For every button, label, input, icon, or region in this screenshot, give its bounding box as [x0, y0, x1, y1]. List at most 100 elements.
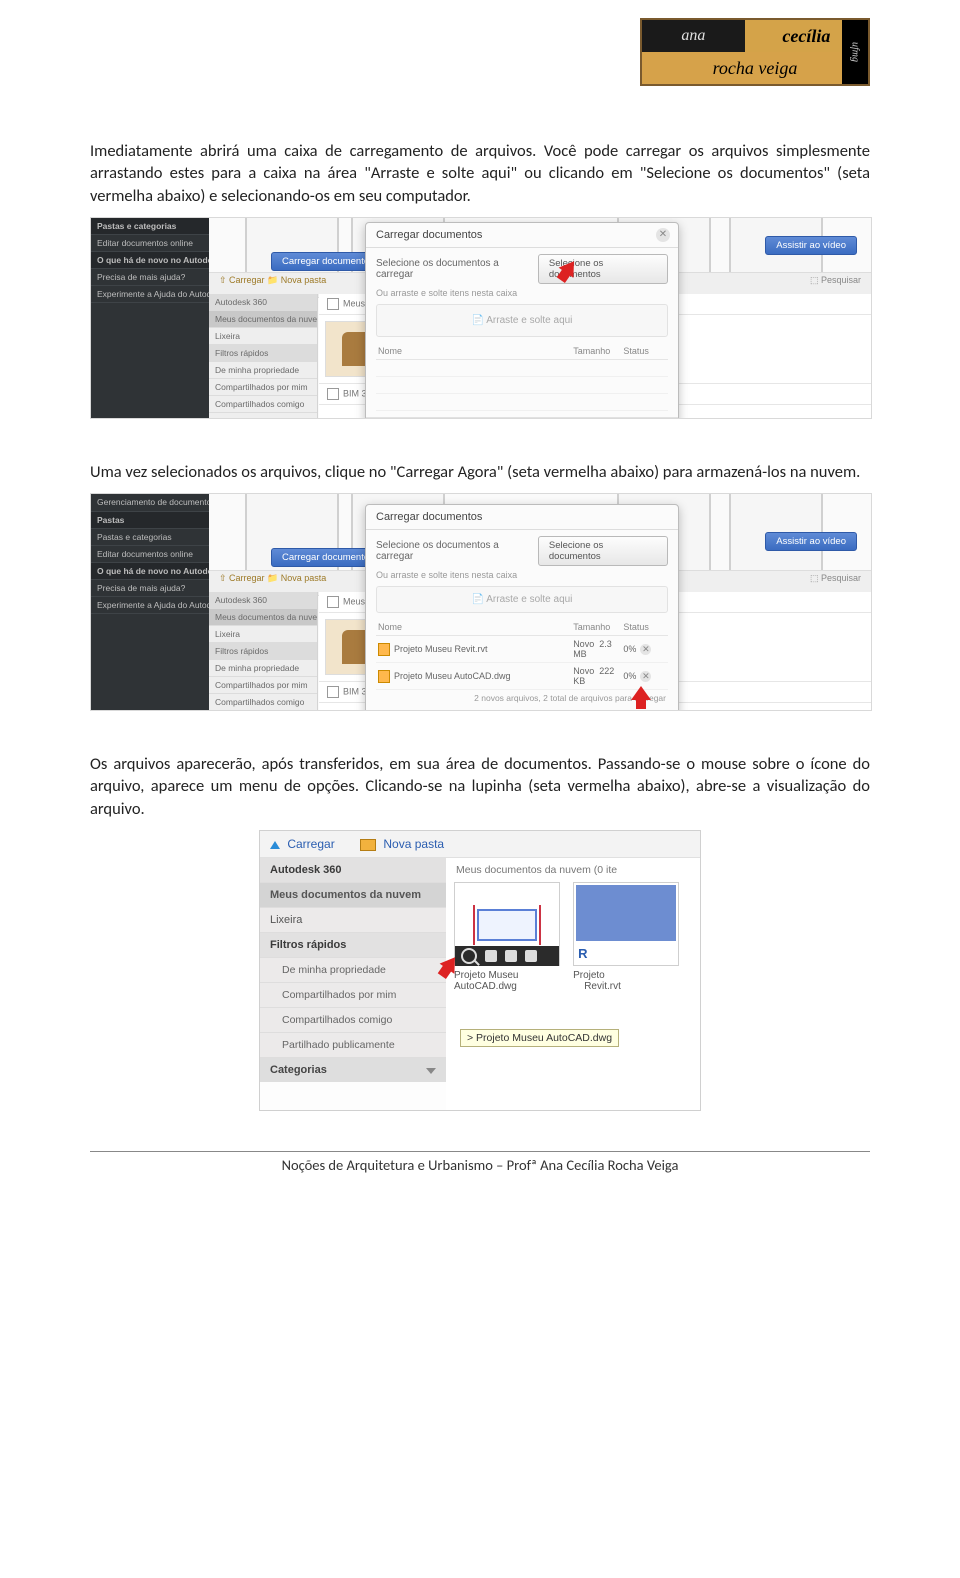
ds-item[interactable]: Pastas e categorias	[91, 529, 209, 546]
toolbar-icon[interactable]	[485, 950, 497, 962]
red-arrow-annotation	[631, 686, 651, 700]
g-item[interactable]: Autodesk 360	[209, 592, 317, 609]
dark-sidebar: Pastas e categorias Editar documentos on…	[91, 218, 209, 418]
sidebar-item-lixeira[interactable]: Lixeira	[260, 908, 446, 933]
sidebar-item-meus-docs[interactable]: Meus documentos da nuvem	[260, 883, 446, 908]
g-item[interactable]: Partilhado publicamente	[209, 413, 317, 419]
grey-sidebar: Autodesk 360 Meus documentos da nuvem Li…	[209, 294, 318, 418]
paragraph-1: Imediatamente abrirá uma caixa de carreg…	[90, 140, 870, 207]
watch-video-button[interactable]: Assistir ao vídeo	[765, 532, 857, 551]
g-item[interactable]: Meus documentos da nuvem	[209, 609, 317, 626]
toolbar-icon[interactable]	[505, 950, 517, 962]
upload-dialog: Carregar documentos ✕ Selecione os docum…	[365, 222, 679, 419]
sidebar-item-comp-por[interactable]: Compartilhados por mim	[260, 983, 446, 1008]
file-name: Projeto Museu AutoCAD.dwg	[454, 970, 518, 992]
file-icon	[378, 643, 390, 656]
sidebar: Autodesk 360 Meus documentos da nuvem Li…	[260, 858, 447, 1082]
g-item[interactable]: Lixeira	[209, 626, 317, 643]
main-header: Meus documentos da nuvem (0 ite	[456, 864, 617, 876]
remove-icon[interactable]: ✕	[640, 644, 651, 655]
g-item[interactable]: Compartilhados por mim	[209, 677, 317, 694]
table-header: Nome Tamanho Status	[376, 619, 668, 636]
toolbar-search[interactable]: ⬚ Pesquisar	[810, 275, 861, 286]
sidebar-item-filtros: Filtros rápidos	[260, 933, 446, 958]
ds-item[interactable]: Editar documentos online	[91, 235, 209, 252]
paragraph-3: Os arquivos aparecerão, após transferido…	[90, 753, 870, 820]
remove-icon[interactable]: ✕	[640, 671, 651, 682]
screenshot-upload-dialog-empty: Pastas e categorias Editar documentos on…	[90, 217, 872, 419]
upload-arrow-icon	[270, 841, 280, 849]
ds-item[interactable]: Pastas e categorias	[91, 218, 209, 235]
toolbar-left[interactable]: ⇧ Carregar 📁 Nova pasta	[219, 573, 326, 583]
checkbox[interactable]	[327, 686, 339, 698]
g-item[interactable]: De minha propriedade	[209, 660, 317, 677]
g-item: Filtros rápidos	[209, 345, 317, 362]
ds-item[interactable]: Editar documentos online	[91, 546, 209, 563]
page-footer: Noções de Arquitetura e Urbanismo – Prof…	[90, 1151, 870, 1174]
select-all-checkbox[interactable]	[327, 298, 339, 310]
ds-item[interactable]: Experimente a Ajuda do Autodesk 360	[91, 597, 209, 614]
g-item[interactable]: De minha propriedade	[209, 362, 317, 379]
dialog-subtext: Ou arraste e solte itens nesta caixa	[376, 570, 668, 580]
table-header: Nome Tamanho Status	[376, 343, 668, 360]
ds-item: Precisa de mais ajuda?	[91, 269, 209, 286]
sidebar-item-propriedade[interactable]: De minha propriedade	[260, 958, 446, 983]
g-item[interactable]: Compartilhados comigo	[209, 694, 317, 711]
dialog-title: Carregar documentos	[376, 229, 482, 241]
sidebar-item-comp-com[interactable]: Compartilhados comigo	[260, 1008, 446, 1033]
close-icon[interactable]: ✕	[656, 228, 670, 242]
paragraph-2: Uma vez selecionados os arquivos, clique…	[90, 461, 870, 483]
file-icon	[378, 670, 390, 683]
table-row	[376, 360, 668, 377]
g-item[interactable]: Lixeira	[209, 328, 317, 345]
logo-name3: rocha veiga	[642, 52, 868, 84]
g-item[interactable]: Autodesk 360	[209, 294, 317, 311]
revit-icon-letter: R	[578, 946, 587, 961]
select-documents-button[interactable]: Selecione os documentos	[538, 536, 668, 566]
select-documents-button[interactable]: Selecione os documentos	[538, 254, 668, 284]
ds-item[interactable]: Experimente a Ajuda do Autodesk 360	[91, 286, 209, 303]
file-name-ext: Revit.rvt	[584, 981, 621, 992]
g-item[interactable]: Compartilhados comigo	[209, 396, 317, 413]
dialog-title: Carregar documentos	[376, 511, 482, 523]
g-item: Filtros rápidos	[209, 643, 317, 660]
ds-item[interactable]: Pastas	[91, 512, 209, 529]
select-label: Selecione os documentos a carregar	[376, 258, 538, 280]
g-item[interactable]: Compartilhados por mim	[209, 379, 317, 396]
dark-sidebar: Gerenciamento de documentos ▸ Pastas Pas…	[91, 494, 209, 710]
file-name: Projeto	[573, 970, 605, 981]
tooltip: > Projeto Museu AutoCAD.dwg	[460, 1029, 619, 1047]
main-content: Meus documentos da nuvem (0 ite Projeto …	[446, 858, 700, 1110]
new-folder-link[interactable]: Nova pasta	[383, 837, 444, 851]
sidebar-item-partilhado[interactable]: Partilhado publicamente	[260, 1033, 446, 1058]
table-row: Projeto Museu AutoCAD.dwg Novo 222 KB 0%…	[376, 663, 668, 690]
select-all-checkbox[interactable]	[327, 596, 339, 608]
sidebar-item-autodesk360[interactable]: Autodesk 360	[260, 858, 446, 883]
upload-dialog: Carregar documentos Selecione os documen…	[365, 504, 679, 711]
sidebar-item-categorias[interactable]: Categorias	[260, 1058, 446, 1082]
ds-item[interactable]: O que há de novo no Autodesk 360	[91, 252, 209, 269]
g-item[interactable]: Meus documentos da nuvem	[209, 311, 317, 328]
dialog-subtext: Ou arraste e solte itens nesta caixa	[376, 288, 668, 298]
screenshot-documents-area: Carregar Nova pasta Autodesk 360 Meus do…	[259, 830, 701, 1111]
watch-video-button[interactable]: Assistir ao vídeo	[765, 236, 857, 255]
ds-item[interactable]: Gerenciamento de documentos ▸	[91, 494, 209, 512]
folder-icon	[360, 839, 376, 851]
toolbar-left[interactable]: ⇧ Carregar 📁 Nova pasta	[219, 275, 326, 285]
author-logo: ana cecília rocha veiga ufmg	[640, 18, 870, 86]
drop-zone[interactable]: 📄 Arraste e solte aqui	[376, 304, 668, 337]
table-row	[376, 377, 668, 394]
file-thumb-1[interactable]: Projeto Museu AutoCAD.dwg	[454, 882, 562, 992]
checkbox[interactable]	[327, 388, 339, 400]
upload-link[interactable]: Carregar	[287, 837, 334, 851]
drop-zone[interactable]: 📄 Arraste e solte aqui	[376, 586, 668, 613]
chevron-down-icon	[426, 1068, 436, 1074]
toolbar-icon[interactable]	[525, 950, 537, 962]
file-thumb-2[interactable]: R Projeto Revit.rvt	[573, 882, 681, 992]
magnifier-icon[interactable]	[461, 948, 477, 964]
toolbar-search[interactable]: ⬚ Pesquisar	[810, 573, 861, 584]
logo-ufmg: ufmg	[842, 20, 868, 84]
ds-item: Precisa de mais ajuda?	[91, 580, 209, 597]
screenshot-upload-dialog-files: Gerenciamento de documentos ▸ Pastas Pas…	[90, 493, 872, 711]
ds-item[interactable]: O que há de novo no Autodesk 360	[91, 563, 209, 580]
